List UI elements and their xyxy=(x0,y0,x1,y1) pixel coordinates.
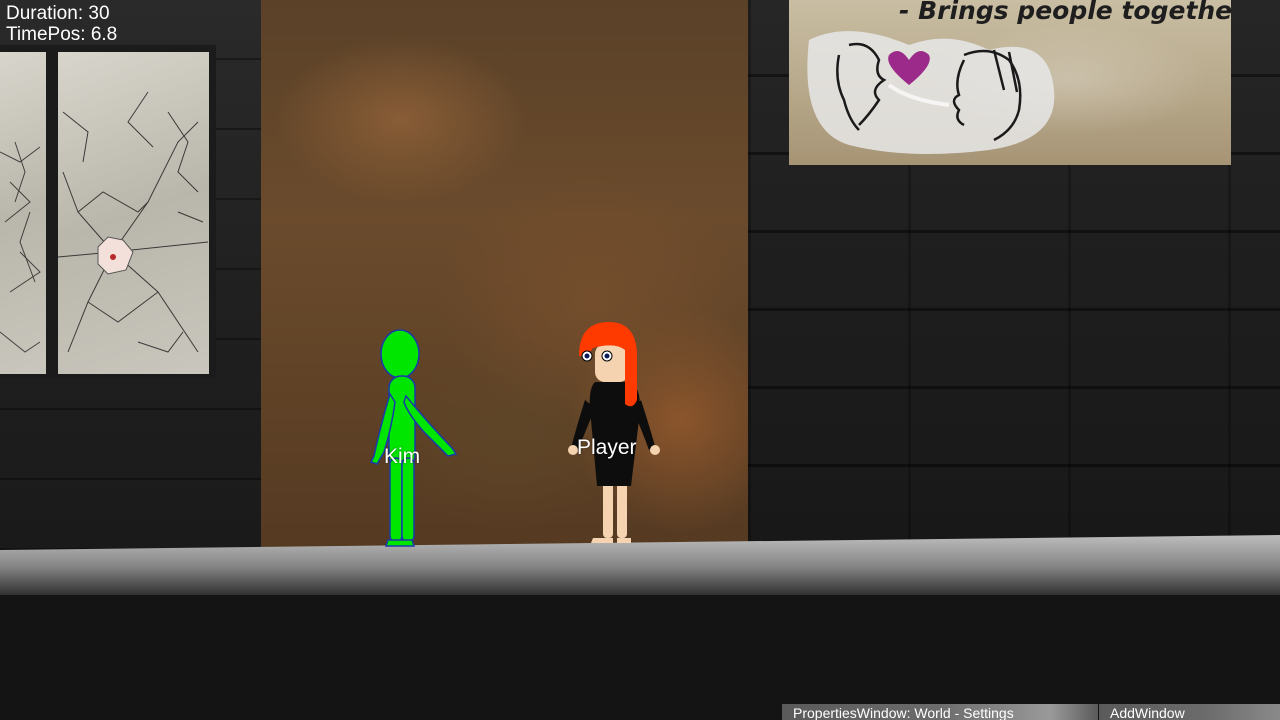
timepos-readout: TimePos: 6.8 xyxy=(6,24,118,45)
cracked-glass-left xyxy=(0,141,41,353)
debug-hud: Duration: 30 TimePos: 6.8 xyxy=(6,3,117,45)
window-pane-left xyxy=(0,52,46,374)
cracked-glass-right xyxy=(58,91,209,353)
brown-backdrop xyxy=(261,0,748,548)
poster: - Brings people together! xyxy=(789,0,1231,165)
kim-figure xyxy=(369,329,458,547)
player-name-label: Player xyxy=(577,436,637,459)
character-kim[interactable]: Kim xyxy=(368,328,460,550)
duration-readout: Duration: 30 xyxy=(6,3,110,24)
broken-window xyxy=(0,45,216,378)
properties-window-tab[interactable]: PropertiesWindow: World - Settings xyxy=(782,704,1098,720)
floor xyxy=(0,595,1280,720)
window-pane-right xyxy=(58,52,209,374)
add-window-tab[interactable]: AddWindow xyxy=(1099,704,1280,720)
game-scene[interactable]: - Brings people together! Kim Player Dur… xyxy=(0,0,1280,720)
player-figure xyxy=(568,322,660,543)
kim-name-label: Kim xyxy=(384,445,421,468)
poster-tagline: - Brings people together! xyxy=(899,0,1231,25)
character-player[interactable]: Player xyxy=(565,320,665,546)
